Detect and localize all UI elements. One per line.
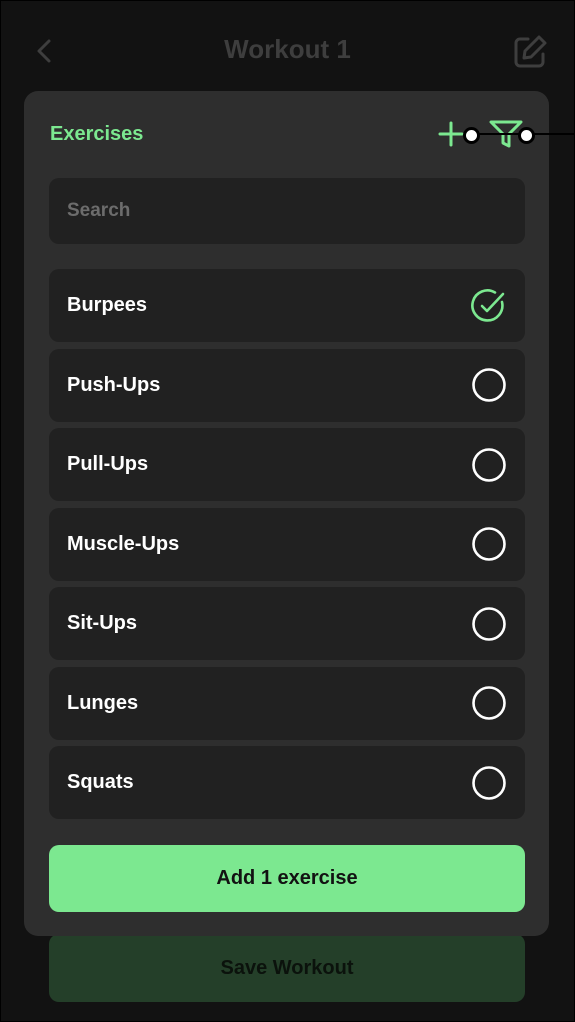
circle-icon[interactable] (471, 367, 507, 403)
plus-icon (438, 121, 464, 147)
edit-button[interactable] (511, 33, 549, 71)
exercise-label: Squats (67, 771, 134, 793)
circle-icon[interactable] (471, 526, 507, 562)
exercise-label: Pull-Ups (67, 453, 149, 475)
edit-icon (514, 35, 547, 68)
save-workout-button[interactable]: Save Workout (49, 934, 525, 1002)
page-header: Workout 1 (1, 1, 574, 101)
list-item[interactable]: Muscle-Ups (49, 507, 525, 581)
circle-icon[interactable] (471, 606, 507, 642)
exercise-label: Burpees (67, 294, 148, 316)
exercise-label: Lunges (67, 691, 139, 714)
circle-icon[interactable] (471, 685, 507, 721)
list-item[interactable]: Push-Ups (49, 348, 525, 422)
circle-icon[interactable] (471, 765, 507, 801)
add-exercise-icon-button[interactable] (436, 119, 466, 149)
exercise-label: Push-Ups (67, 373, 161, 396)
check-circle-icon[interactable] (471, 288, 507, 324)
exercise-picker-modal: Exercises Burpees (24, 91, 574, 936)
app-screen: Workout 1 Save Workout Exercises Search … (1, 1, 574, 1021)
list-item[interactable]: Burpees (49, 269, 525, 342)
exercise-list: Burpees Push-Ups Pull-Ups Muscle-Ups Sit… (49, 269, 525, 826)
circle-icon[interactable] (471, 447, 507, 483)
annotation-dot (518, 127, 535, 144)
list-item[interactable]: Lunges (49, 666, 525, 740)
page-title: Workout 1 (224, 34, 351, 64)
exercise-label: Sit-Ups (67, 612, 137, 634)
list-item[interactable]: Pull-Ups (49, 428, 525, 501)
search-input[interactable] (49, 178, 525, 244)
list-item[interactable]: Squats (49, 746, 525, 819)
exercise-label: Muscle-Ups (67, 532, 180, 555)
add-exercise-button[interactable]: Add 1 exercise (49, 845, 525, 912)
list-item[interactable]: Sit-Ups (49, 587, 525, 660)
modal-title: Exercises (50, 123, 144, 145)
annotation-dot (463, 127, 480, 144)
